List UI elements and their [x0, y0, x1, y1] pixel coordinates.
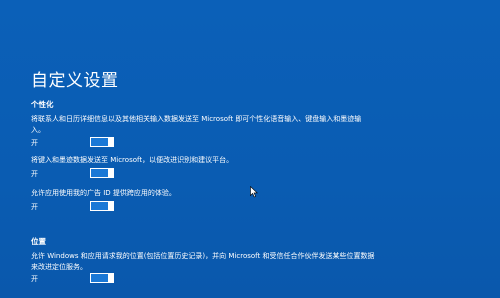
toggle-thumb	[108, 202, 113, 210]
page-title: 自定义设置	[31, 71, 119, 91]
toggle-switch-typing-data[interactable]	[90, 168, 114, 178]
toggle-state-label: 开	[31, 170, 38, 178]
setup-screen: 自定义设置 个性化 将联系人和日历详细信息以及其他相关输入数据发送至 Micro…	[0, 0, 500, 298]
setting-description-typing-data: 将键入和墨迹数据发送至 Microsoft，以便改进识别和建议平台。	[31, 156, 234, 164]
toggle-track	[91, 202, 108, 210]
setting-description-location: 允许 Windows 和应用请求我的位置(包括位置历史记录)，并向 Micros…	[31, 252, 375, 271]
setting-description-speech-typing: 将联系人和日历详细信息以及其他相关输入数据发送至 Microsoft 即可个性化…	[31, 115, 362, 134]
toggle-row-speech-typing: 开	[31, 137, 121, 149]
toggle-switch-speech-typing[interactable]	[90, 137, 114, 147]
toggle-track	[91, 169, 108, 177]
toggle-row-typing-data: 开	[31, 168, 121, 180]
toggle-state-label: 开	[31, 203, 38, 211]
toggle-thumb	[108, 274, 113, 282]
toggle-state-label: 开	[31, 275, 38, 283]
toggle-track	[91, 138, 108, 146]
section-heading-personalization: 个性化	[31, 100, 54, 109]
setting-description-advertising-id: 允许应用使用我的广告 ID 提供跨应用的体验。	[31, 189, 176, 197]
toggle-track	[91, 274, 108, 282]
toggle-state-label: 开	[31, 139, 38, 147]
toggle-switch-location[interactable]	[90, 273, 114, 283]
toggle-row-advertising-id: 开	[31, 201, 121, 213]
toggle-switch-advertising-id[interactable]	[90, 201, 114, 211]
toggle-thumb	[108, 169, 113, 177]
section-heading-location: 位置	[31, 237, 46, 246]
toggle-thumb	[108, 138, 113, 146]
toggle-row-location: 开	[31, 273, 121, 285]
mouse-pointer-icon	[250, 186, 258, 198]
